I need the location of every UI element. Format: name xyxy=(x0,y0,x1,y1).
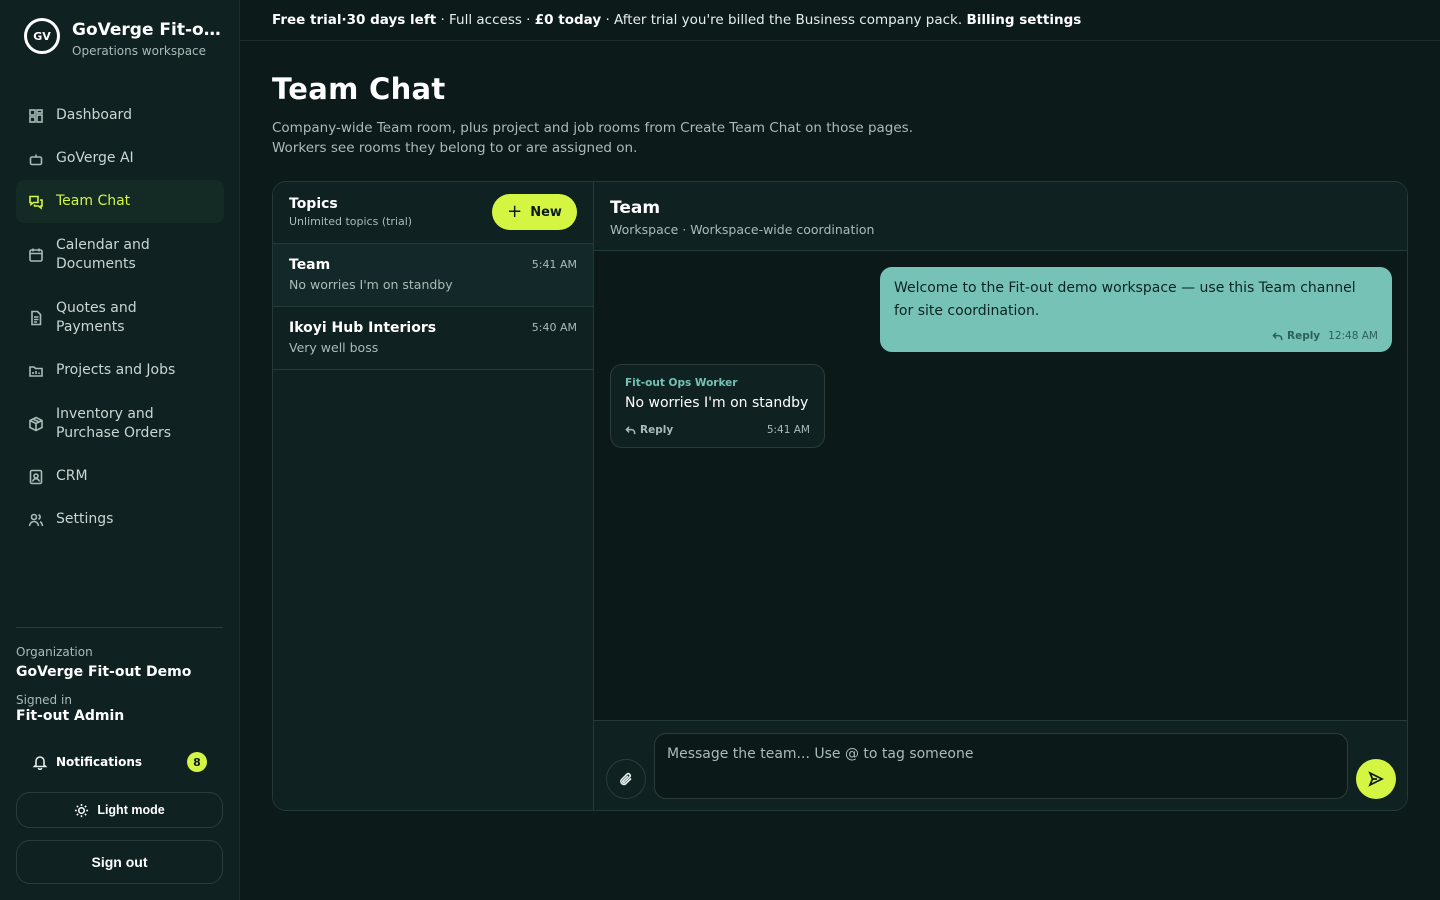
sidebar-item-label: Team Chat xyxy=(56,193,131,209)
trial-banner: Free trial · 30 days left · Full access … xyxy=(240,0,1440,41)
sidebar-item-label: Inventory and Purchase Orders xyxy=(56,405,172,441)
new-topic-label: New xyxy=(530,204,562,220)
banner-billing-note: · After trial you're billed the Business… xyxy=(601,12,967,28)
message-sender: Fit-out Ops Worker xyxy=(625,377,738,389)
page-title: Team Chat xyxy=(272,72,446,106)
users-icon xyxy=(28,512,44,528)
sidebar-nav: Dashboard GoVerge AI Team Chat Calendar … xyxy=(16,94,224,541)
notifications-button[interactable]: Notifications 8 xyxy=(16,748,207,776)
contact-icon xyxy=(28,469,44,485)
message-meta: Reply 12:48 AM xyxy=(1272,330,1378,342)
message-composer xyxy=(594,720,1407,810)
topic-item-ikoyi-hub-interiors[interactable]: Ikoyi Hub Interiors Very well boss 5:40 … xyxy=(273,307,593,370)
topic-preview: No worries I'm on standby xyxy=(289,277,453,292)
sidebar-item-label: Projects and Jobs xyxy=(56,362,176,378)
chat-title: Team xyxy=(610,198,661,218)
org-name: GoVerge Fit-out Demo xyxy=(16,664,192,680)
sidebar-item-projects[interactable]: Projects and Jobs xyxy=(16,349,224,392)
bell-icon xyxy=(32,756,48,770)
reply-icon xyxy=(625,425,636,434)
signed-in-name: Fit-out Admin xyxy=(16,708,125,724)
light-mode-label: Light mode xyxy=(97,803,165,817)
sidebar-item-label: Quotes and Payments xyxy=(56,299,137,335)
sign-out-button[interactable]: Sign out xyxy=(16,840,223,884)
sidebar-item-goverge-ai[interactable]: GoVerge AI xyxy=(16,137,224,180)
brand-subtitle: Operations workspace xyxy=(72,44,207,58)
logo: GV xyxy=(24,18,60,54)
sidebar-item-label: Settings xyxy=(56,511,114,527)
sidebar-item-label: Dashboard xyxy=(56,107,132,123)
box-icon xyxy=(28,416,44,432)
notifications-label: Notifications xyxy=(56,755,143,769)
send-button[interactable] xyxy=(1356,759,1396,799)
message-bubble-outgoing: Welcome to the Fit-out demo workspace — … xyxy=(880,267,1392,352)
message-bubble-incoming: Fit-out Ops Worker No worries I'm on sta… xyxy=(610,364,825,448)
page-description-line: Company-wide Team room, plus project and… xyxy=(272,120,914,136)
chat-panel: Topics Unlimited topics (trial) + New Te… xyxy=(272,181,1408,811)
notifications-badge: 8 xyxy=(187,752,207,772)
chat-subtitle: Workspace · Workspace-wide coordination xyxy=(610,222,875,237)
sidebar-item-label: GoVerge AI xyxy=(56,150,134,166)
sun-icon xyxy=(75,803,89,817)
reply-icon xyxy=(1272,331,1283,340)
message-time: 12:48 AM xyxy=(1328,330,1378,342)
send-icon xyxy=(1368,771,1384,787)
signed-in-label: Signed in xyxy=(16,693,72,707)
message-input[interactable] xyxy=(654,733,1348,799)
folder-icon xyxy=(28,363,44,379)
trial-days: 30 days left xyxy=(346,12,437,28)
message-time: 5:41 AM xyxy=(766,424,810,436)
reply-label: Reply xyxy=(1286,330,1321,342)
trial-price: £0 today xyxy=(534,12,602,28)
reply-button[interactable]: Reply xyxy=(625,424,673,436)
message-text: No worries I'm on standby xyxy=(625,395,809,411)
topic-time: 5:40 AM xyxy=(531,321,577,334)
chat-icon xyxy=(28,194,44,210)
message-text: Welcome to the Fit-out demo workspace — … xyxy=(894,280,1356,319)
sidebar-item-team-chat[interactable]: Team Chat xyxy=(16,180,224,223)
brand-title: GoVerge Fit-out Demo xyxy=(72,20,222,40)
chat-header: Team Workspace · Workspace-wide coordina… xyxy=(594,182,1407,251)
billing-settings-link[interactable]: Billing settings xyxy=(966,12,1081,28)
document-icon xyxy=(28,310,44,326)
sidebar-item-settings[interactable]: Settings xyxy=(16,498,224,541)
page-description: Company-wide Team room, plus project and… xyxy=(272,118,992,158)
brand[interactable]: GV GoVerge Fit-out Demo Operations works… xyxy=(24,18,222,58)
sidebar: GV GoVerge Fit-out Demo Operations works… xyxy=(0,0,240,900)
sign-out-label: Sign out xyxy=(91,854,148,870)
org-label: Organization xyxy=(16,645,93,659)
sidebar-item-calendar[interactable]: Calendar and Documents xyxy=(16,223,224,286)
sidebar-item-inventory[interactable]: Inventory and Purchase Orders xyxy=(16,392,224,455)
topic-item-team[interactable]: Team No worries I'm on standby 5:41 AM xyxy=(273,244,593,307)
plus-icon: + xyxy=(507,201,523,222)
topics-header: Topics Unlimited topics (trial) + New xyxy=(273,182,593,244)
sidebar-footer: Organization GoVerge Fit-out Demo Signed… xyxy=(16,627,223,724)
reply-label: Reply xyxy=(640,424,674,436)
paperclip-icon xyxy=(620,772,632,786)
attach-button[interactable] xyxy=(606,759,646,799)
trial-label: Free trial xyxy=(272,12,342,28)
grid-icon xyxy=(28,108,44,124)
calendar-icon xyxy=(28,247,44,263)
sidebar-item-label: CRM xyxy=(56,468,88,484)
reply-button[interactable]: Reply xyxy=(1272,330,1320,342)
light-mode-button[interactable]: Light mode xyxy=(16,792,223,828)
topics-list: Topics Unlimited topics (trial) + New Te… xyxy=(273,182,594,810)
sidebar-item-quotes[interactable]: Quotes and Payments xyxy=(16,286,224,349)
message-meta: Reply 5:41 AM xyxy=(625,424,810,436)
new-topic-button[interactable]: + New xyxy=(492,194,577,230)
chat-area: Team Workspace · Workspace-wide coordina… xyxy=(594,182,1407,810)
robot-icon xyxy=(28,151,44,167)
topic-time: 5:41 AM xyxy=(531,258,577,271)
sidebar-item-crm[interactable]: CRM xyxy=(16,455,224,498)
topic-preview: Very well boss xyxy=(289,340,379,355)
page-description-line: Workers see rooms they belong to or are … xyxy=(272,140,638,156)
sidebar-item-label: Calendar and Documents xyxy=(56,236,150,272)
banner-access: · Full access · xyxy=(436,12,535,28)
sidebar-item-dashboard[interactable]: Dashboard xyxy=(16,94,224,137)
